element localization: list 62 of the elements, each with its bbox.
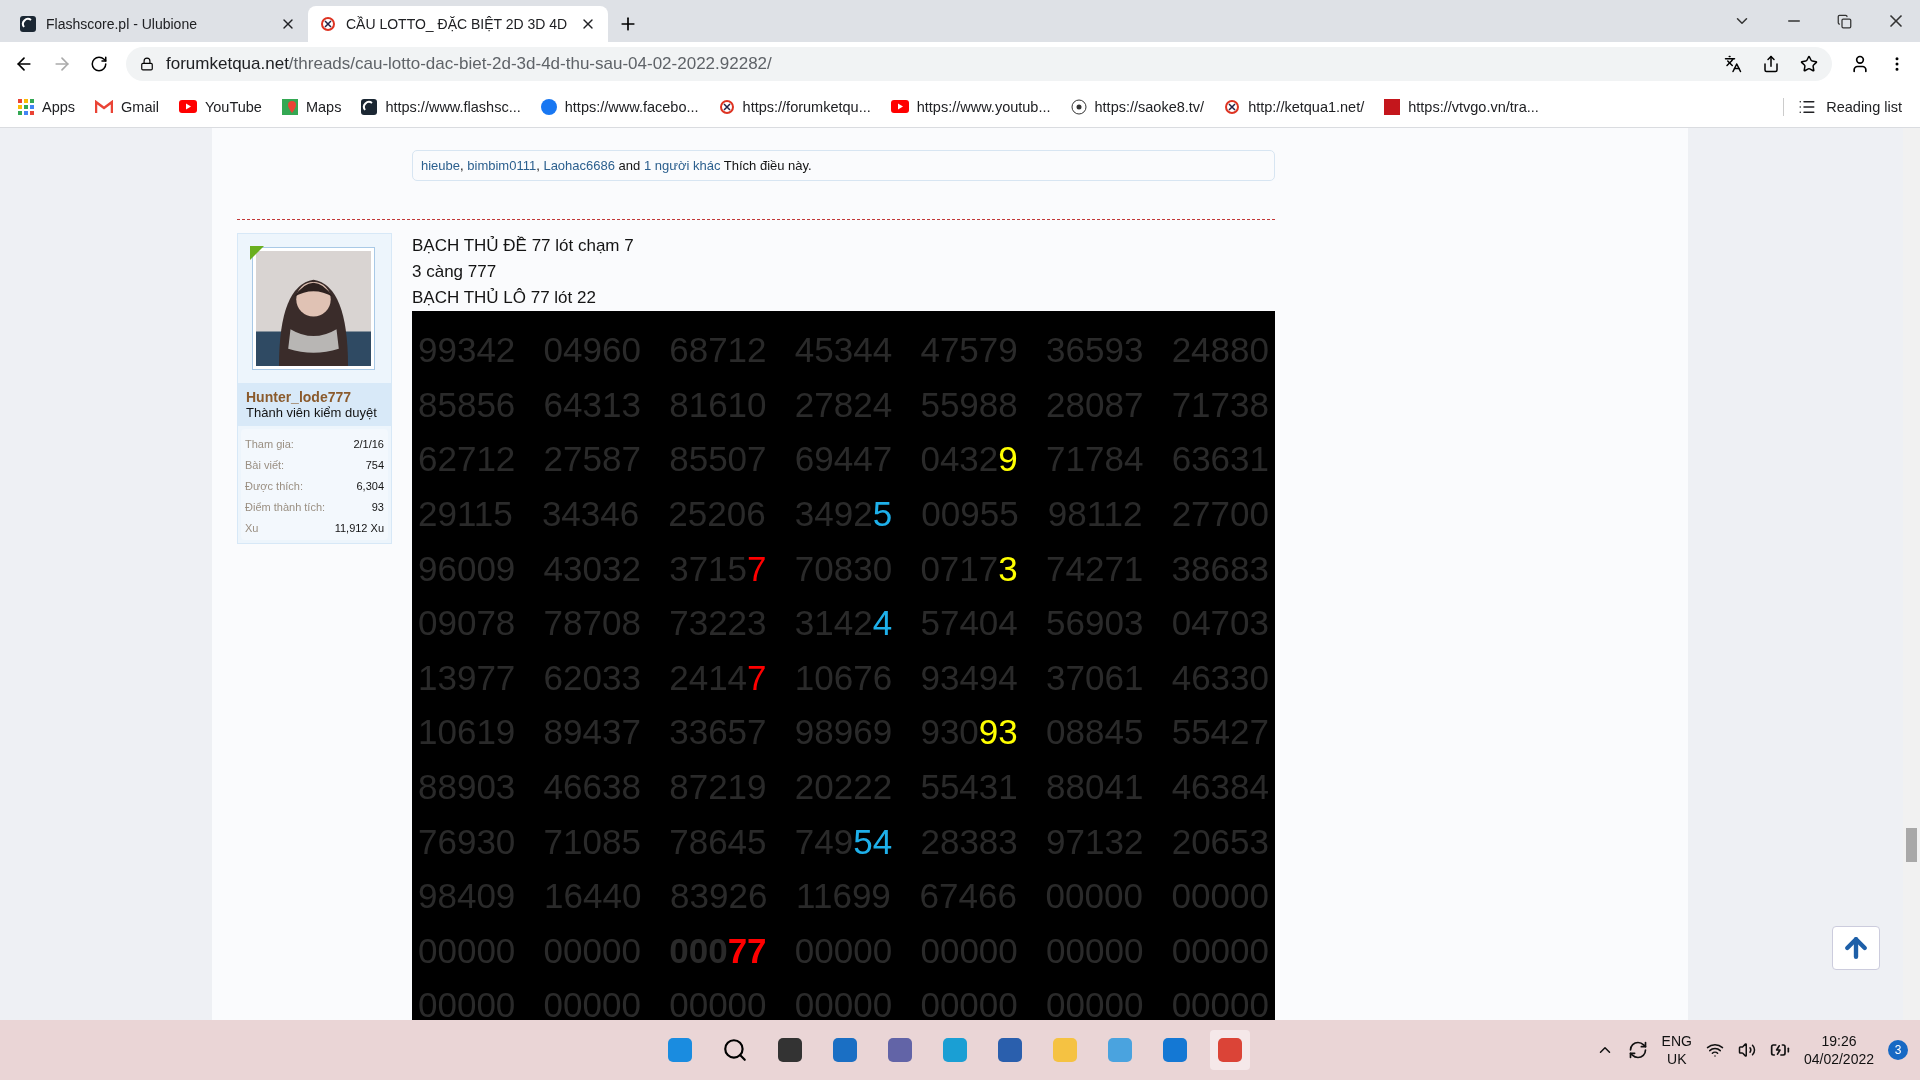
ring-icon [320, 16, 336, 32]
user-title: Thành viên kiểm duyệt [246, 405, 378, 420]
browser-tab[interactable]: CẦU LOTTO_ ĐẶC BIỆT 2D 3D 4D [308, 6, 608, 42]
address-bar[interactable]: forumketqua.net/threads/cau-lotto-dac-biet-2d-3d-4d-thu-sau-04-02-2022.92282/ [126, 47, 1832, 81]
star-icon[interactable] [1800, 55, 1818, 73]
username-link[interactable]: Hunter_lode777 [246, 389, 383, 405]
stat-label: Tham gia: [245, 437, 294, 450]
bookmark-link[interactable]: http://ketqua1.net/ [1224, 98, 1365, 115]
stat-label: Bài viết: [245, 458, 285, 471]
volume-icon[interactable] [1737, 1041, 1756, 1059]
stat-value: 93 [371, 500, 384, 513]
bookmark-link[interactable]: Gmail [95, 98, 159, 115]
user-link[interactable]: Laohac6686 [543, 158, 615, 173]
likes-sentence: hieube, bimbim0111, Laohac6686 and 1 người khác Thích điều này. [412, 150, 1275, 181]
share-icon[interactable] [1762, 55, 1780, 73]
user-link[interactable]: hieube [421, 158, 461, 173]
stat-value: 2/1/16 [353, 437, 384, 450]
play-icon [890, 100, 909, 113]
post-text: BẠCH THỦ LÔ 77 lót 22 [412, 287, 597, 309]
translate-icon[interactable] [1724, 55, 1742, 73]
map-pin-icon [281, 98, 298, 115]
clock[interactable]: 19:26 04/02/2022 [1803, 1032, 1874, 1068]
scroll-top-button[interactable] [1832, 926, 1880, 970]
grid-icon [18, 98, 34, 115]
ring-icon [1224, 98, 1241, 115]
number-group: 31424 [794, 603, 893, 644]
bookmark-link[interactable]: https://vtvgo.vn/tra... [1384, 98, 1539, 115]
stat-label: Xu [245, 521, 259, 534]
stat-value: 754 [365, 458, 384, 471]
restore-icon[interactable] [1837, 13, 1852, 29]
profile-icon[interactable] [1850, 54, 1870, 74]
bookmark-link[interactable]: https://forumketqu... [718, 98, 871, 115]
dark-square-icon [361, 98, 378, 115]
play-icon [178, 100, 197, 113]
ring-icon [718, 98, 735, 115]
browser-tab[interactable]: Flashscore.pl - Ulubione [8, 6, 308, 42]
bookmark-link[interactable]: https://saoke8.tv/ [1070, 98, 1205, 115]
stat-label: Được thích: [245, 479, 303, 492]
notification-badge[interactable]: 3 [1888, 1040, 1908, 1060]
wifi-icon[interactable] [1705, 1041, 1724, 1059]
circle-icon [540, 98, 557, 115]
tile-icon [1384, 98, 1401, 115]
ball-icon [1070, 98, 1087, 115]
reading-list-button[interactable]: Reading list [1783, 97, 1902, 116]
stat-label: Điểm thành tích: [245, 500, 326, 513]
stat-value: 6,304 [356, 479, 384, 492]
corner-flag-icon [250, 246, 264, 260]
bookmark-link[interactable]: Apps [18, 98, 76, 115]
language-indicator[interactable]: ENG UK [1661, 1032, 1692, 1068]
bookmark-link[interactable]: https://www.facebo... [540, 98, 699, 115]
post-text: BẠCH THỦ ĐỀ 77 lót chạm 7 [412, 235, 635, 257]
bookmark-link[interactable]: https://www.youtub... [890, 98, 1051, 115]
stat-value: 11,912 Xu [334, 521, 384, 534]
bookmark-link[interactable]: Maps [281, 98, 342, 115]
post-text: 3 càng 777 [412, 261, 498, 283]
lock-icon [140, 57, 154, 71]
bookmark-link[interactable]: YouTube [178, 98, 262, 115]
user-link[interactable]: 1 người khác [643, 158, 721, 173]
reload-icon[interactable] [90, 55, 108, 73]
dark-square-icon [20, 16, 36, 32]
bookmark-link[interactable]: https://www.flashsc... [361, 98, 521, 115]
sync-icon[interactable] [1627, 1040, 1648, 1060]
